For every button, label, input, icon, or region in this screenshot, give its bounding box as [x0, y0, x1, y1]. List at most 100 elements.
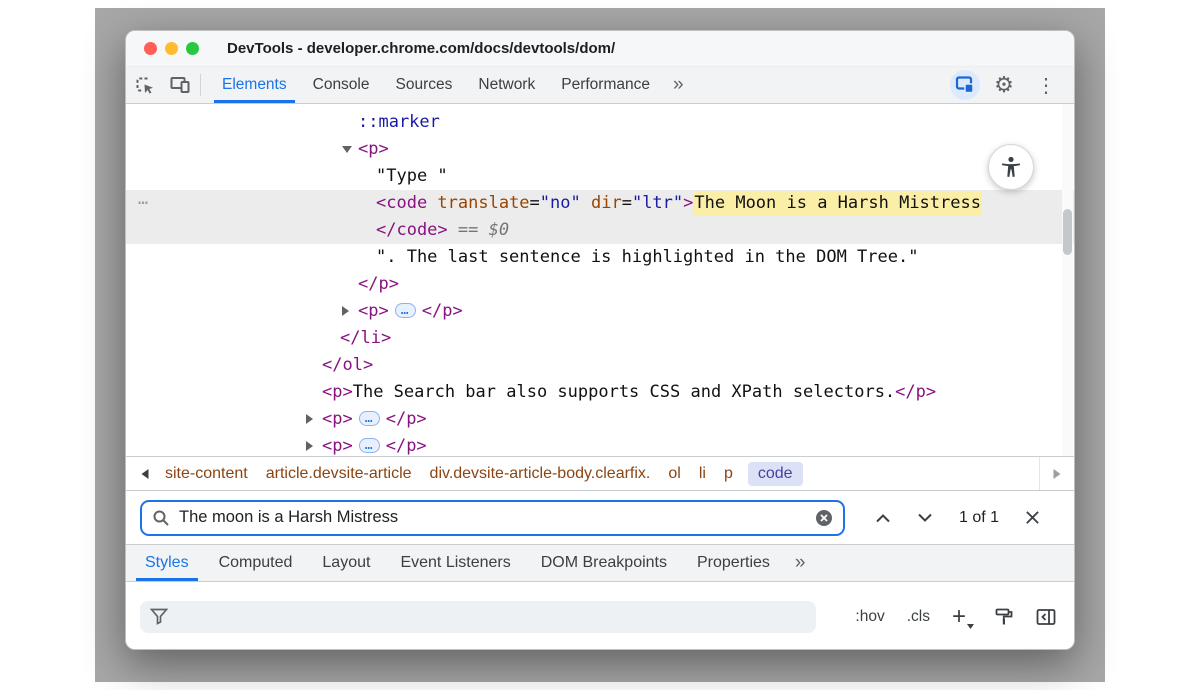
close-icon: [1025, 510, 1040, 525]
dom-tree-line[interactable]: <p>The Search bar also supports CSS and …: [126, 379, 1074, 406]
disclosure-triangle-icon[interactable]: [342, 146, 352, 153]
dom-tree-line[interactable]: ⋯<code translate="no" dir="ltr">The Moon…: [126, 190, 1074, 217]
settings-gear-icon[interactable]: ⚙: [986, 72, 1022, 98]
code-segment: <p>: [322, 382, 353, 402]
breadcrumb-item-p[interactable]: p: [724, 465, 733, 483]
close-window-button[interactable]: [144, 42, 157, 55]
tab-network[interactable]: Network: [465, 67, 548, 103]
code-segment: >: [683, 193, 693, 213]
dom-tree-line[interactable]: <p>…</p>: [126, 433, 1074, 456]
close-search-button[interactable]: [1025, 510, 1040, 525]
dom-tree-line[interactable]: </li>: [126, 325, 1074, 352]
paint-roller-icon[interactable]: [994, 607, 1014, 627]
vertical-scrollbar[interactable]: [1062, 104, 1073, 456]
search-controls: 1 of 1: [875, 509, 1040, 527]
dom-tree-line[interactable]: ". The last sentence is highlighted in t…: [126, 244, 1074, 271]
styles-toolbar-buttons: :hov .cls +: [855, 607, 1060, 627]
code-segment: =: [622, 193, 632, 213]
dom-tree-line[interactable]: <p>…</p>: [126, 298, 1074, 325]
vertical-scrollbar-thumb[interactable]: [1063, 209, 1072, 255]
accessibility-overlay-button[interactable]: [988, 144, 1034, 190]
row-actions-icon[interactable]: ⋯: [138, 190, 149, 217]
chevron-right-icon: [1052, 468, 1062, 480]
code-segment: == $0: [448, 220, 509, 240]
code-segment: =: [530, 193, 540, 213]
window-titlebar: DevTools - developer.chrome.com/docs/dev…: [126, 31, 1074, 67]
dom-tree-lines: ::marker<p>"Type "⋯<code translate="no" …: [126, 109, 1074, 456]
toggle-element-classes-button[interactable]: .cls: [907, 608, 930, 626]
inline-expand-button[interactable]: …: [359, 438, 380, 453]
tab-elements[interactable]: Elements: [209, 67, 300, 103]
plus-icon: +: [952, 603, 966, 630]
previous-match-button[interactable]: [875, 513, 891, 523]
more-tabs-button[interactable]: »: [663, 67, 694, 103]
minimize-window-button[interactable]: [165, 42, 178, 55]
tab-computed[interactable]: Computed: [204, 545, 308, 581]
dom-tree-line[interactable]: <p>: [126, 136, 1074, 163]
breadcrumb-item-ol[interactable]: ol: [668, 465, 680, 483]
inline-expand-button[interactable]: …: [395, 303, 416, 318]
breadcrumb-list: site-content article.devsite-article div.d…: [156, 462, 809, 486]
chevron-up-icon: [875, 513, 891, 523]
devtools-toolbar: ElementsConsoleSourcesNetworkPerformance…: [126, 67, 1074, 104]
tab-layout[interactable]: Layout: [307, 545, 385, 581]
toolbar-divider: [200, 74, 201, 96]
more-sidebar-tabs-button[interactable]: »: [785, 545, 816, 581]
tab-dom-breakpoints[interactable]: DOM Breakpoints: [526, 545, 682, 581]
code-segment: <p>: [358, 139, 389, 159]
disclosure-triangle-icon[interactable]: [342, 306, 349, 316]
dom-tree-line[interactable]: "Type ": [126, 163, 1074, 190]
search-field[interactable]: [140, 500, 845, 536]
toggle-sidebar-icon[interactable]: [1036, 608, 1056, 626]
tab-properties[interactable]: Properties: [682, 545, 785, 581]
tab-performance[interactable]: Performance: [548, 67, 663, 103]
code-segment: </li>: [340, 328, 391, 348]
inspect-element-icon[interactable]: [126, 67, 162, 103]
code-segment: "no": [540, 193, 581, 213]
inline-expand-button[interactable]: …: [359, 411, 380, 426]
code-segment: ::marker: [358, 112, 440, 132]
breadcrumb: site-content article.devsite-article div.d…: [126, 456, 1074, 491]
code-segment: </p>: [358, 274, 399, 294]
dom-tree-line[interactable]: </code> == $0: [126, 217, 1074, 244]
styles-panel-tabs: StylesComputedLayoutEvent ListenersDOM B…: [126, 545, 1074, 582]
breadcrumb-scroll-left-button[interactable]: [134, 468, 156, 480]
chevron-down-icon: [917, 513, 933, 523]
search-icon: [152, 509, 170, 527]
breadcrumb-item-li[interactable]: li: [699, 465, 706, 483]
zoom-window-button[interactable]: [186, 42, 199, 55]
disclosure-triangle-icon[interactable]: [306, 441, 313, 451]
code-segment: "ltr": [632, 193, 683, 213]
breadcrumb-item-article-devsite-article[interactable]: article.devsite-article: [266, 465, 412, 483]
dom-tree-line[interactable]: ::marker: [126, 109, 1074, 136]
next-match-button[interactable]: [917, 513, 933, 523]
code-segment: </p>: [386, 409, 427, 429]
tab-styles[interactable]: Styles: [130, 545, 204, 581]
code-segment: </p>: [895, 382, 936, 402]
toggle-element-state-button[interactable]: :hov: [855, 608, 884, 626]
clear-search-icon[interactable]: [815, 509, 833, 527]
tab-console[interactable]: Console: [300, 67, 383, 103]
kebab-menu-icon[interactable]: ⋮: [1028, 73, 1064, 98]
disclosure-triangle-icon[interactable]: [306, 414, 313, 424]
tab-sources[interactable]: Sources: [383, 67, 466, 103]
code-segment: The Search bar also supports CSS and XPa…: [353, 382, 895, 402]
dom-tree-line[interactable]: </ol>: [126, 352, 1074, 379]
breadcrumb-item-div-devsite-article-body-clearfix[interactable]: div.devsite-article-body.clearfix.: [430, 465, 651, 483]
new-style-rule-button[interactable]: +: [952, 608, 972, 626]
window-title: DevTools - developer.chrome.com/docs/dev…: [227, 40, 615, 57]
breadcrumb-scroll-right-button[interactable]: [1039, 457, 1074, 490]
toolbar-right-controls: ⚙ ⋮: [950, 67, 1074, 103]
caret-down-icon: [967, 624, 974, 629]
code-segment: </code>: [376, 220, 448, 240]
dom-tree-line[interactable]: <p>…</p>: [126, 406, 1074, 433]
tab-event-listeners[interactable]: Event Listeners: [385, 545, 525, 581]
code-segment: "Type ": [376, 166, 448, 186]
style-filter-field[interactable]: [140, 601, 816, 633]
device-emulation-icon[interactable]: [950, 70, 980, 100]
breadcrumb-item-site-content[interactable]: site-content: [165, 465, 248, 483]
breadcrumb-item-code[interactable]: code: [748, 462, 803, 486]
device-toolbar-icon[interactable]: [162, 67, 198, 103]
dom-tree-line[interactable]: </p>: [126, 271, 1074, 298]
search-input[interactable]: [179, 508, 806, 527]
